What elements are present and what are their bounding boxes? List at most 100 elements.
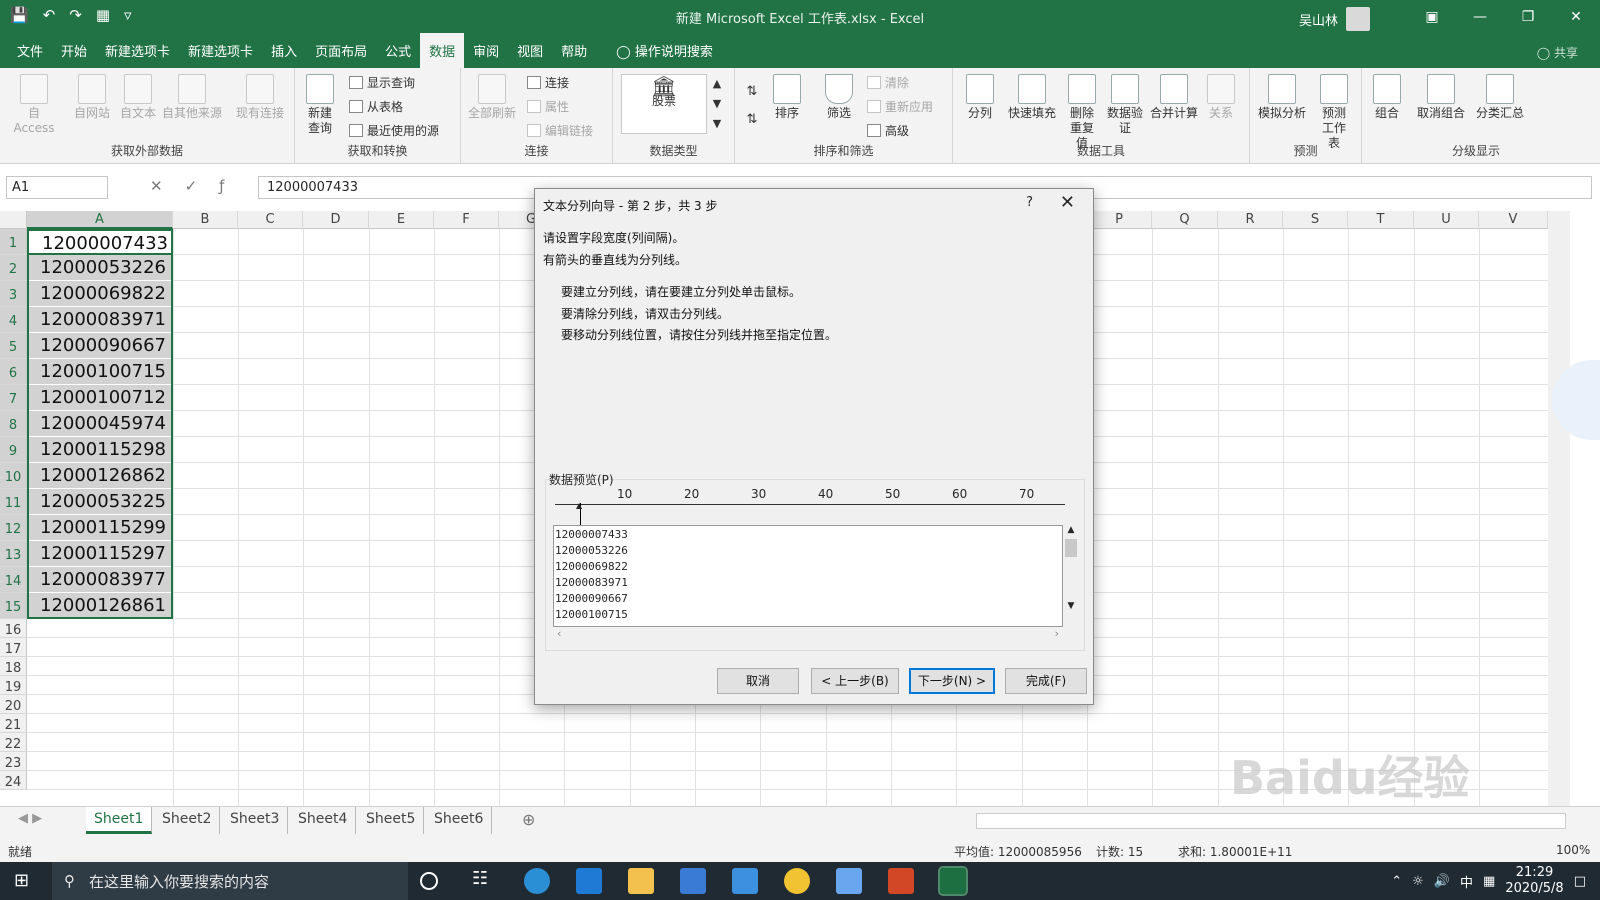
from-table-button[interactable]: 从表格 xyxy=(349,98,403,115)
cell-a[interactable]: 12000090667 xyxy=(27,333,173,359)
tab-page-layout[interactable]: 页面布局 xyxy=(306,41,376,68)
row-header[interactable]: 13 xyxy=(0,541,27,567)
task-view-icon[interactable]: ☷ xyxy=(472,868,498,894)
scroll-left-icon[interactable]: ‹ xyxy=(557,627,561,640)
tab-review[interactable]: 审阅 xyxy=(464,41,508,68)
zoom-level[interactable]: 100% xyxy=(1556,843,1590,857)
tray-chevron-icon[interactable]: ⌃ xyxy=(1391,874,1402,889)
row-header[interactable]: 3 xyxy=(0,281,27,307)
row-header[interactable]: 8 xyxy=(0,411,27,437)
new-query-button[interactable]: 新建查询 xyxy=(303,74,337,136)
cell-a[interactable]: 12000100715 xyxy=(27,359,173,385)
sheet-nav-arrows[interactable]: ◀ ▶ xyxy=(18,811,42,826)
sheet-tab-6[interactable]: Sheet6 xyxy=(426,807,493,834)
filter-button[interactable]: 筛选 xyxy=(821,74,857,121)
excel-icon[interactable] xyxy=(938,866,968,896)
sheet-tab-5[interactable]: Sheet5 xyxy=(358,807,425,834)
tab-formulas[interactable]: 公式 xyxy=(376,41,420,68)
tell-me-search[interactable]: ◯ 操作说明搜索 xyxy=(596,41,722,68)
preview-horizontal-scrollbar[interactable]: ‹ › xyxy=(553,627,1063,643)
user-account[interactable]: 吴山林 xyxy=(1299,7,1370,31)
column-header[interactable]: Q xyxy=(1152,211,1218,229)
group-button[interactable]: 组合 xyxy=(1370,74,1404,121)
select-all-corner[interactable] xyxy=(0,211,27,229)
ungroup-button[interactable]: 取消组合 xyxy=(1414,74,1468,121)
row-header[interactable]: 7 xyxy=(0,385,27,411)
skype-icon[interactable] xyxy=(524,868,550,894)
name-box[interactable]: A1 xyxy=(6,176,108,199)
what-if-button[interactable]: 模拟分析 xyxy=(1254,74,1310,121)
tab-file[interactable]: 文件 xyxy=(8,41,52,68)
recent-sources-button[interactable]: 最近使用的源 xyxy=(349,122,439,139)
close-icon[interactable]: ✕ xyxy=(1552,0,1600,34)
from-other-button[interactable]: 自其他来源 xyxy=(160,74,224,121)
cell-a[interactable]: 12000083971 xyxy=(27,307,173,333)
ribbon-display-icon[interactable]: ▣ xyxy=(1408,0,1456,34)
properties-button[interactable]: 属性 xyxy=(527,98,569,115)
tab-view[interactable]: 视图 xyxy=(508,41,552,68)
tab-new-2[interactable]: 新建选项卡 xyxy=(179,41,262,68)
row-header[interactable]: 19 xyxy=(0,676,27,695)
tab-new-1[interactable]: 新建选项卡 xyxy=(96,41,179,68)
app-bird-icon[interactable] xyxy=(836,868,862,894)
remove-duplicates-button[interactable]: 删除重复值 xyxy=(1063,74,1101,151)
text-to-columns-button[interactable]: 分列 xyxy=(963,74,997,121)
column-header[interactable]: F xyxy=(434,211,499,229)
cell-a[interactable]: 12000115298 xyxy=(27,437,173,463)
column-header[interactable]: P xyxy=(1087,211,1152,229)
cancel-button[interactable]: 取消 xyxy=(717,668,799,694)
powerpoint-icon[interactable] xyxy=(888,868,914,894)
share-button[interactable]: ◯ 共享 xyxy=(1537,44,1578,61)
clock[interactable]: 21:29 2020/5/8 xyxy=(1505,865,1563,897)
forecast-sheet-button[interactable]: 预测工作表 xyxy=(1312,74,1356,151)
stocks-button[interactable]: 🏛 股票 xyxy=(621,74,707,134)
finish-button[interactable]: 完成(F) xyxy=(1005,668,1087,694)
column-header[interactable]: E xyxy=(369,211,434,229)
column-header[interactable]: B xyxy=(173,211,238,229)
row-header[interactable]: 9 xyxy=(0,437,27,463)
column-header[interactable]: V xyxy=(1479,211,1548,229)
column-header[interactable]: A xyxy=(27,211,173,229)
cell-a[interactable]: 12000069822 xyxy=(27,281,173,307)
sort-button[interactable]: 排序 xyxy=(769,74,805,121)
cell-a[interactable]: 12000100712 xyxy=(27,385,173,411)
edit-links-button[interactable]: 编辑链接 xyxy=(527,122,593,139)
subtotal-button[interactable]: 分类汇总 xyxy=(1472,74,1528,121)
row-header[interactable]: 16 xyxy=(0,619,27,638)
row-header[interactable]: 23 xyxy=(0,752,27,771)
row-header[interactable]: 1 xyxy=(0,229,27,255)
from-access-button[interactable]: 自 Access xyxy=(8,74,60,136)
flash-fill-button[interactable]: 快速填充 xyxy=(1005,74,1059,121)
dialog-close-icon[interactable]: ✕ xyxy=(1060,192,1075,213)
row-header[interactable]: 15 xyxy=(0,593,27,619)
clear-button[interactable]: 清除 xyxy=(867,74,909,91)
row-header[interactable]: 17 xyxy=(0,638,27,657)
from-text-button[interactable]: 自文本 xyxy=(116,74,160,121)
restore-icon[interactable]: ❐ xyxy=(1504,0,1552,34)
data-type-scroll[interactable]: ▲ ▼ ▼ xyxy=(709,74,725,134)
enter-icon[interactable]: ✓ xyxy=(185,177,198,195)
sheet-tab-1[interactable]: Sheet1 xyxy=(86,807,153,834)
row-header[interactable]: 11 xyxy=(0,489,27,515)
column-header[interactable]: T xyxy=(1348,211,1414,229)
row-header[interactable]: 5 xyxy=(0,333,27,359)
refresh-all-button[interactable]: 全部刷新 xyxy=(467,74,517,121)
windows-start-icon[interactable]: ⊞ xyxy=(14,870,29,891)
data-preview-box[interactable]: 12000007433 12000053226 12000069822 1200008… xyxy=(553,525,1063,627)
volume-icon[interactable]: 🔊 xyxy=(1434,874,1450,889)
cell-a[interactable]: 12000007433 xyxy=(27,229,173,255)
cell-a[interactable]: 12000053225 xyxy=(27,489,173,515)
column-header[interactable]: C xyxy=(238,211,303,229)
add-sheet-icon[interactable]: ⊕ xyxy=(522,810,535,829)
horizontal-scrollbar[interactable] xyxy=(976,813,1566,829)
cancel-icon[interactable]: ✕ xyxy=(150,177,163,195)
next-button[interactable]: 下一步(N) > xyxy=(909,668,995,694)
sheet-tab-3[interactable]: Sheet3 xyxy=(222,807,289,834)
store-icon[interactable] xyxy=(680,868,706,894)
cell-a[interactable]: 12000045974 xyxy=(27,411,173,437)
cell-a[interactable]: 12000115299 xyxy=(27,515,173,541)
preview-vertical-scrollbar[interactable]: ▲ ▼ xyxy=(1063,525,1079,627)
from-web-button[interactable]: 自网站 xyxy=(70,74,114,121)
column-header[interactable]: S xyxy=(1283,211,1348,229)
advanced-button[interactable]: 高级 xyxy=(867,122,909,139)
